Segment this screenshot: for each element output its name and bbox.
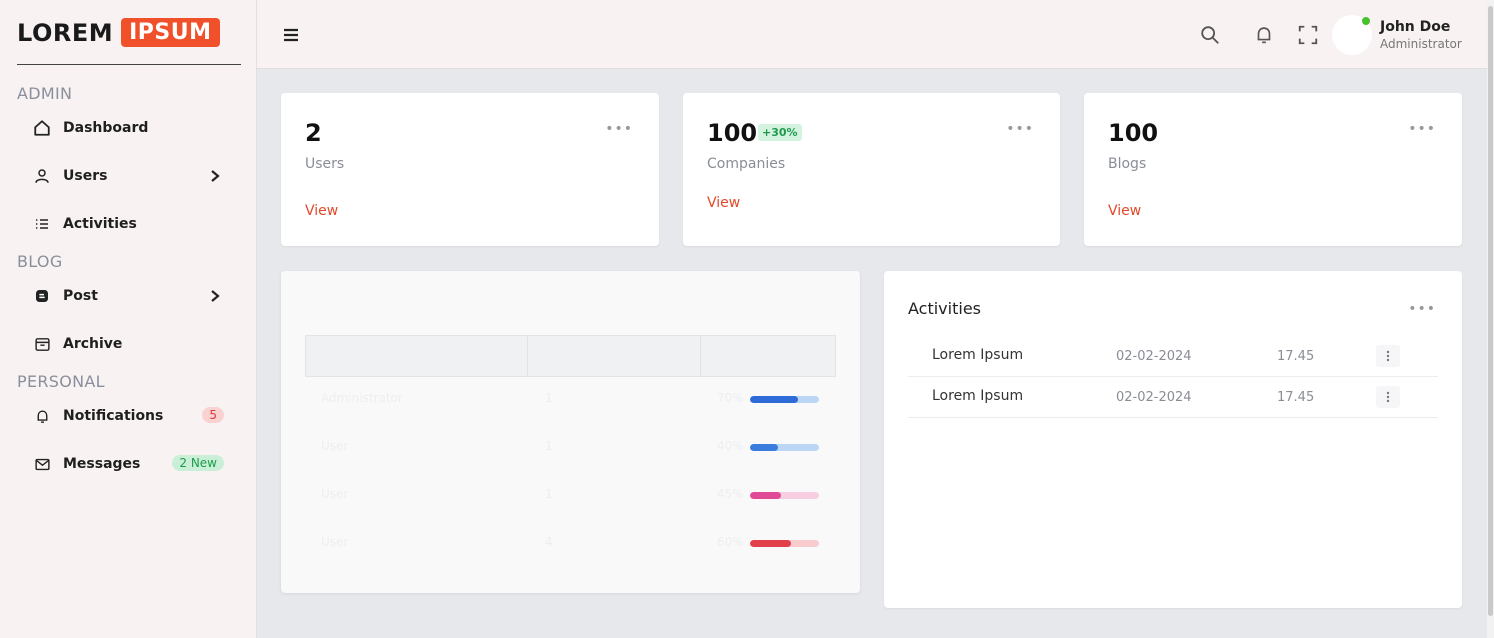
messages-new-badge: 2 New	[172, 455, 224, 471]
stat-card-users: 2 Users View •••	[281, 93, 659, 246]
sidebar-item-users[interactable]: Users	[32, 161, 227, 191]
table-cell-name: Administrator	[321, 391, 403, 405]
sidebar-item-label: Users	[63, 168, 108, 184]
scrollbar-thumb[interactable]	[1488, 6, 1493, 616]
chevron-right-icon	[209, 168, 221, 187]
activity-name: Lorem Ipsum	[932, 347, 1024, 363]
table-cell-name: User	[321, 487, 349, 501]
sidebar-item-messages[interactable]: Messages 2 New	[32, 449, 227, 479]
progress-bar	[750, 492, 819, 499]
section-blog: BLOG	[17, 252, 63, 271]
progress-bar	[750, 540, 819, 547]
table-cell-name: User	[321, 439, 349, 453]
more-options-icon[interactable]: •••	[1408, 121, 1436, 137]
activity-date: 02-02-2024	[1116, 390, 1192, 405]
list-item[interactable]: Lorem Ipsum 02-02-2024 17.45	[908, 336, 1438, 377]
section-personal: PERSONAL	[17, 372, 105, 391]
table-cell-percent: 45%	[717, 487, 744, 501]
stat-label: Blogs	[1108, 156, 1147, 172]
table-row: User 4 60%	[305, 521, 836, 569]
section-admin: ADMIN	[17, 84, 73, 103]
logo-word-lorem: LOREM	[17, 18, 114, 47]
user-role: Administrator	[1380, 37, 1462, 51]
sidebar-item-label: Post	[63, 288, 98, 304]
online-status-dot	[1362, 17, 1370, 25]
progress-bar	[750, 396, 819, 403]
activities-card: Activities ••• Lorem Ipsum 02-02-2024 17…	[884, 271, 1462, 608]
stat-value: 100	[1108, 119, 1159, 147]
more-options-icon[interactable]: •••	[605, 121, 633, 137]
table-cell-count: 1	[545, 487, 553, 501]
more-options-icon[interactable]: •••	[1006, 121, 1034, 137]
table-cell-percent: 40%	[717, 439, 744, 453]
sidebar: LOREM IPSUM ADMIN Dashboard Users Activi…	[0, 0, 257, 638]
progress-bar-fill	[750, 492, 782, 499]
mail-icon	[32, 454, 52, 474]
sidebar-item-activities[interactable]: Activities	[32, 209, 227, 239]
table-row: Administrator 1 70%	[305, 377, 836, 425]
activity-time: 17.45	[1277, 390, 1315, 405]
table-cell-count: 4	[545, 535, 553, 549]
stat-view-link[interactable]: View	[305, 203, 338, 219]
notification-bell-icon[interactable]	[1253, 24, 1275, 46]
activity-name: Lorem Ipsum	[932, 388, 1024, 404]
archive-icon	[32, 334, 52, 354]
logo-divider	[17, 64, 241, 65]
table-header-cell	[528, 336, 701, 376]
search-icon[interactable]	[1199, 24, 1221, 46]
logo[interactable]: LOREM IPSUM	[17, 18, 220, 47]
table-row: User 1 40%	[305, 425, 836, 473]
user-icon	[32, 166, 52, 186]
list-icon	[32, 214, 52, 234]
stat-label: Companies	[707, 156, 786, 172]
row-menu-icon[interactable]	[1376, 386, 1400, 408]
top-header: John Doe Administrator	[257, 0, 1487, 69]
table-cell-percent: 70%	[717, 391, 744, 405]
bell-icon	[32, 406, 52, 426]
table-header-cell	[306, 336, 528, 376]
more-options-icon[interactable]: •••	[1408, 301, 1436, 317]
home-icon	[32, 118, 52, 138]
users-table-card: Administrator 1 70% User 1 40% User 1 45…	[281, 271, 860, 593]
sidebar-item-label: Archive	[63, 336, 123, 352]
fullscreen-icon[interactable]	[1297, 24, 1319, 46]
table-header	[305, 335, 836, 377]
stat-view-link[interactable]: View	[1108, 203, 1141, 219]
document-icon	[32, 286, 52, 306]
progress-bar-fill	[750, 444, 778, 451]
stat-value: 2	[305, 119, 322, 147]
table-cell-count: 1	[545, 391, 553, 405]
stat-value: 100	[707, 119, 758, 147]
table-cell-name: User	[321, 535, 349, 549]
table-cell-percent: 60%	[717, 535, 744, 549]
notifications-count-badge: 5	[202, 407, 224, 423]
user-name[interactable]: John Doe	[1380, 19, 1450, 35]
progress-bar	[750, 444, 819, 451]
activity-date: 02-02-2024	[1116, 349, 1192, 364]
stat-card-blogs: 100 Blogs View •••	[1084, 93, 1462, 246]
progress-bar-fill	[750, 396, 799, 403]
activities-title: Activities	[908, 299, 981, 318]
activity-time: 17.45	[1277, 349, 1315, 364]
sidebar-item-label: Notifications	[63, 408, 164, 424]
sidebar-item-notifications[interactable]: Notifications 5	[32, 401, 227, 431]
sidebar-item-label: Messages	[63, 456, 141, 472]
menu-toggle-icon[interactable]	[281, 25, 301, 45]
sidebar-item-label: Dashboard	[63, 120, 149, 136]
row-menu-icon[interactable]	[1376, 345, 1400, 367]
sidebar-item-post[interactable]: Post	[32, 281, 227, 311]
table-cell-count: 1	[545, 439, 553, 453]
stat-card-companies: 100 +30% Companies View •••	[683, 93, 1060, 246]
progress-bar-fill	[750, 540, 792, 547]
stat-view-link[interactable]: View	[707, 195, 740, 211]
sidebar-item-archive[interactable]: Archive	[32, 329, 227, 359]
sidebar-item-dashboard[interactable]: Dashboard	[32, 113, 227, 143]
chevron-right-icon	[209, 288, 221, 307]
sidebar-item-label: Activities	[63, 216, 137, 232]
logo-word-ipsum: IPSUM	[121, 18, 220, 47]
stat-label: Users	[305, 156, 345, 172]
list-item[interactable]: Lorem Ipsum 02-02-2024 17.45	[908, 377, 1438, 418]
change-badge: +30%	[758, 124, 802, 141]
table-row: User 1 45%	[305, 473, 836, 521]
